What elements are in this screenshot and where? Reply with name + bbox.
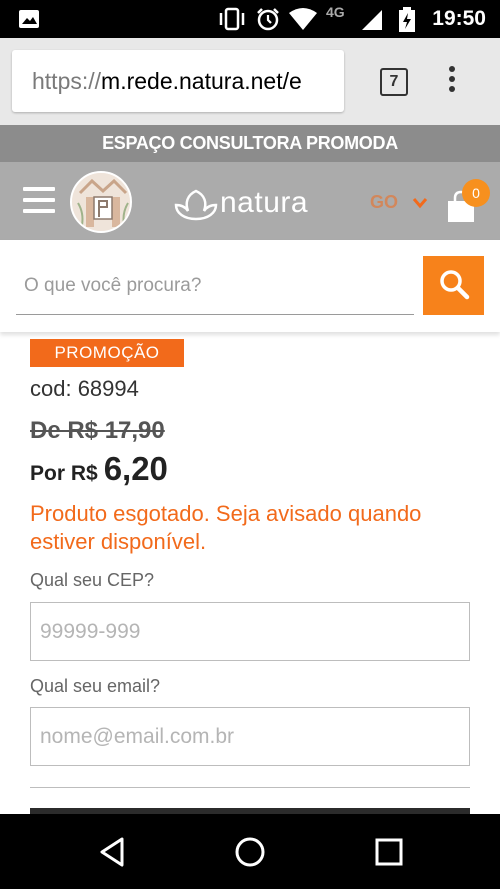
out-of-stock-message: Produto esgotado. Seja avisado quando es… bbox=[30, 501, 422, 554]
url-scheme: https:// bbox=[32, 68, 102, 94]
search-icon bbox=[439, 270, 469, 300]
email-label: Qual seu email? bbox=[30, 676, 161, 696]
promo-badge: PROMOÇÃO bbox=[30, 339, 184, 367]
alarm-icon bbox=[257, 8, 279, 31]
state-selector[interactable]: GO bbox=[370, 192, 398, 213]
price-value: 6,20 bbox=[103, 450, 168, 487]
natura-logo-icon bbox=[174, 189, 218, 221]
avatar-image bbox=[72, 173, 130, 231]
browser-menu-icon[interactable] bbox=[449, 66, 455, 96]
current-price: Por R$ 6,20 bbox=[30, 450, 168, 488]
product-details: PROMOÇÃO cod: 68994 De R$ 17,90 Por R$ 6,… bbox=[0, 332, 500, 814]
url-host: m.rede.natura.net/e bbox=[101, 68, 302, 94]
image-icon bbox=[19, 10, 39, 28]
search-input[interactable] bbox=[16, 257, 414, 315]
chevron-down-icon[interactable] bbox=[412, 197, 428, 209]
price-prefix: Por R$ bbox=[30, 462, 98, 485]
network-type: 4G bbox=[326, 4, 345, 20]
wifi-icon bbox=[289, 8, 317, 30]
browser-toolbar: https://m.rede.natura.net/e 7 bbox=[0, 38, 500, 125]
tab-switcher-button[interactable]: 7 bbox=[380, 68, 408, 96]
consultant-avatar[interactable] bbox=[70, 171, 132, 233]
vibrate-icon bbox=[219, 7, 245, 31]
signal-icon bbox=[362, 10, 382, 30]
email-field[interactable] bbox=[30, 707, 470, 766]
back-icon[interactable] bbox=[96, 835, 128, 869]
battery-charging-icon bbox=[399, 7, 415, 32]
status-bar: 4G 19:50 bbox=[0, 0, 500, 38]
system-nav-bar bbox=[0, 814, 500, 889]
store-banner: ESPAÇO CONSULTORA PROMODA bbox=[0, 125, 500, 162]
product-code: cod: 68994 bbox=[30, 376, 139, 401]
cep-field[interactable] bbox=[30, 602, 470, 661]
recents-icon[interactable] bbox=[373, 835, 405, 869]
cart-count-badge[interactable]: 0 bbox=[462, 179, 490, 207]
menu-icon[interactable] bbox=[23, 187, 55, 215]
clock: 19:50 bbox=[432, 7, 486, 30]
brand-logo-text: natura bbox=[220, 186, 309, 219]
search-button[interactable] bbox=[423, 256, 484, 315]
site-header: natura GO bbox=[0, 162, 500, 240]
old-price: De R$ 17,90 bbox=[30, 417, 165, 444]
divider bbox=[30, 787, 470, 788]
url-field[interactable]: https://m.rede.natura.net/e bbox=[12, 50, 344, 112]
search-area bbox=[0, 240, 500, 332]
cep-label: Qual seu CEP? bbox=[30, 570, 155, 590]
home-icon[interactable] bbox=[233, 835, 267, 869]
